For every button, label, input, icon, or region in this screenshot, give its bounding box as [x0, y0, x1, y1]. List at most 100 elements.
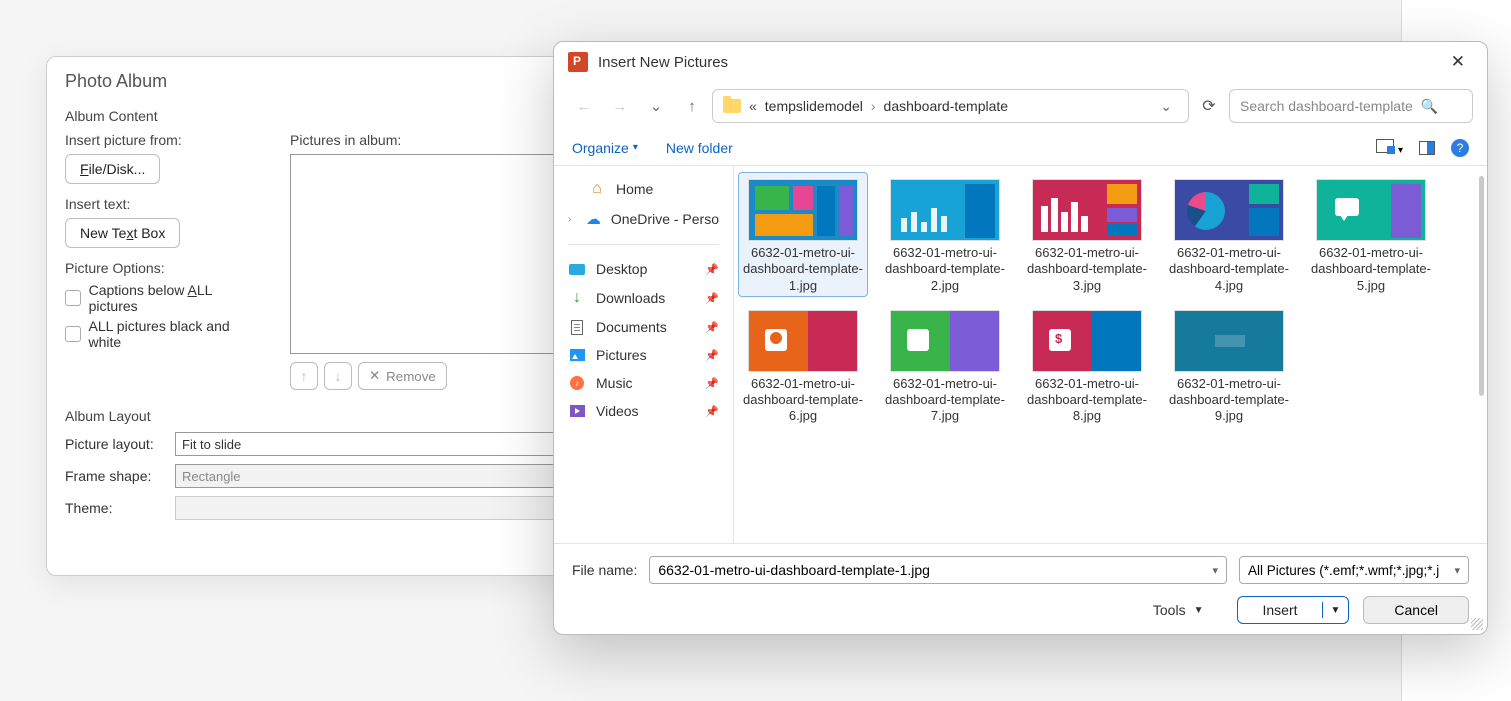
sidebar: ⌂Home ›☁OneDrive - Perso Desktop📌 ↓Downl…	[554, 166, 734, 543]
folder-icon	[723, 99, 741, 113]
arrow-left-icon: ←	[577, 98, 592, 115]
pin-icon[interactable]: 📌	[705, 405, 719, 418]
insert-text-label: Insert text:	[65, 196, 260, 212]
thumbnail	[1316, 179, 1426, 241]
organize-menu[interactable]: Organize▾	[572, 140, 638, 156]
desktop-icon	[569, 264, 585, 275]
insert-picture-from-label: Insert picture from:	[65, 132, 260, 148]
powerpoint-icon	[568, 52, 588, 72]
insert-button[interactable]: Insert▼	[1237, 596, 1349, 624]
nav-up-button[interactable]: ↑	[676, 90, 708, 122]
move-up-button[interactable]: ↑	[290, 362, 318, 390]
picture-layout-label: Picture layout:	[65, 436, 165, 452]
music-icon: ♪	[570, 376, 584, 390]
breadcrumb-item[interactable]: dashboard-template	[884, 98, 1009, 114]
thumbnail	[1174, 179, 1284, 241]
close-button[interactable]: ✕	[1443, 48, 1473, 76]
file-item[interactable]: 6632-01-metro-ui-dashboard-template-9.jp…	[1164, 303, 1294, 428]
frame-shape-label: Frame shape:	[65, 468, 165, 484]
file-item[interactable]: 6632-01-metro-ui-dashboard-template-1.jp…	[738, 172, 868, 297]
file-name: 6632-01-metro-ui-dashboard-template-6.jp…	[741, 376, 865, 425]
dialog-title: Insert New Pictures	[598, 54, 1433, 71]
arrow-up-icon: ↑	[688, 98, 696, 115]
pictures-icon	[570, 349, 585, 361]
divider	[568, 244, 719, 245]
pin-icon[interactable]: 📌	[705, 349, 719, 362]
thumbnail	[748, 179, 858, 241]
insert-pictures-dialog: Insert New Pictures ✕ ← → ⌄ ↑ « tempslid…	[553, 41, 1488, 635]
cancel-button[interactable]: Cancel	[1363, 596, 1469, 624]
new-folder-button[interactable]: New folder	[666, 140, 733, 156]
file-item[interactable]: 6632-01-metro-ui-dashboard-template-8.jp…	[1022, 303, 1152, 428]
file-name: 6632-01-metro-ui-dashboard-template-9.jp…	[1167, 376, 1291, 425]
tools-menu[interactable]: Tools▼	[1153, 602, 1204, 618]
nav-recent-button[interactable]: ⌄	[640, 90, 672, 122]
chevron-down-icon: ▾	[1454, 564, 1460, 577]
pin-icon[interactable]: 📌	[705, 377, 719, 390]
file-name-input[interactable]: 6632-01-metro-ui-dashboard-template-1.jp…	[649, 556, 1227, 584]
help-button[interactable]: ?	[1451, 139, 1469, 157]
file-item[interactable]: 6632-01-metro-ui-dashboard-template-6.jp…	[738, 303, 868, 428]
file-name: 6632-01-metro-ui-dashboard-template-2.jp…	[883, 245, 1007, 294]
view-mode-button[interactable]: ▾	[1376, 139, 1403, 156]
breadcrumb-item[interactable]: tempslidemodel	[765, 98, 863, 114]
preview-pane-button[interactable]	[1419, 141, 1435, 155]
nav-forward-button[interactable]: →	[604, 90, 636, 122]
sidebar-item-music[interactable]: ♪Music📌	[554, 369, 733, 397]
pin-icon[interactable]: 📌	[705, 263, 719, 276]
sidebar-item-desktop[interactable]: Desktop📌	[554, 255, 733, 283]
file-name: 6632-01-metro-ui-dashboard-template-8.jp…	[1025, 376, 1149, 425]
captions-checkbox[interactable]	[65, 290, 81, 306]
video-icon	[570, 405, 585, 417]
new-text-box-button[interactable]: New Text Box	[65, 218, 180, 248]
sidebar-item-onedrive[interactable]: ›☁OneDrive - Perso	[554, 204, 733, 234]
chevron-down-icon: ▾	[633, 142, 638, 153]
search-input[interactable]: Search dashboard-template 🔍	[1229, 89, 1473, 123]
sidebar-item-documents[interactable]: Documents📌	[554, 313, 733, 341]
thumbnail	[890, 310, 1000, 372]
chevron-down-icon: ⌄	[650, 97, 663, 115]
arrow-right-icon: →	[613, 98, 628, 115]
pin-icon[interactable]: 📌	[705, 292, 719, 305]
picture-options-label: Picture Options:	[65, 260, 260, 276]
file-name-label: File name:	[572, 562, 637, 578]
sidebar-item-videos[interactable]: Videos📌	[554, 397, 733, 425]
chevron-down-icon[interactable]: ⌄	[1154, 98, 1178, 115]
thumbnail	[1032, 310, 1142, 372]
file-name: 6632-01-metro-ui-dashboard-template-4.jp…	[1167, 245, 1291, 294]
file-name: 6632-01-metro-ui-dashboard-template-3.jp…	[1025, 245, 1149, 294]
thumbnail	[748, 310, 858, 372]
nav-back-button[interactable]: ←	[568, 90, 600, 122]
chevron-down-icon[interactable]: ▾	[1212, 564, 1218, 577]
chevron-down-icon: ▼	[1194, 605, 1204, 616]
breadcrumb[interactable]: « tempslidemodel › dashboard-template ⌄	[712, 89, 1189, 123]
black-white-checkbox[interactable]	[65, 326, 81, 342]
pin-icon[interactable]: 📌	[705, 321, 719, 334]
file-disk-button[interactable]: File/Disk...	[65, 154, 160, 184]
thumbnail	[1174, 310, 1284, 372]
file-item[interactable]: 6632-01-metro-ui-dashboard-template-7.jp…	[880, 303, 1010, 428]
insert-split-button[interactable]: ▼	[1322, 602, 1349, 618]
file-item[interactable]: 6632-01-metro-ui-dashboard-template-4.jp…	[1164, 172, 1294, 297]
download-icon: ↓	[568, 289, 586, 307]
refresh-button[interactable]: ⟳	[1193, 90, 1225, 122]
file-list[interactable]: 6632-01-metro-ui-dashboard-template-1.jp…	[734, 166, 1487, 543]
theme-label: Theme:	[65, 500, 165, 516]
remove-button[interactable]: ✕Remove	[358, 362, 447, 390]
chevron-right-icon[interactable]: ›	[568, 214, 576, 225]
sidebar-item-home[interactable]: ⌂Home	[554, 174, 733, 204]
file-item[interactable]: 6632-01-metro-ui-dashboard-template-2.jp…	[880, 172, 1010, 297]
file-item[interactable]: 6632-01-metro-ui-dashboard-template-5.jp…	[1306, 172, 1436, 297]
refresh-icon: ⟳	[1202, 96, 1215, 116]
search-icon: 🔍	[1421, 98, 1438, 115]
resize-grip[interactable]	[1471, 618, 1483, 630]
file-type-filter[interactable]: All Pictures (*.emf;*.wmf;*.jpg;*.j▾	[1239, 556, 1469, 584]
view-icon	[1376, 139, 1394, 153]
file-item[interactable]: 6632-01-metro-ui-dashboard-template-3.jp…	[1022, 172, 1152, 297]
chevron-down-icon: ▾	[1398, 145, 1403, 156]
search-placeholder: Search dashboard-template	[1240, 98, 1413, 114]
move-down-button[interactable]: ↓	[324, 362, 352, 390]
sidebar-item-pictures[interactable]: Pictures📌	[554, 341, 733, 369]
file-name: 6632-01-metro-ui-dashboard-template-1.jp…	[741, 245, 865, 294]
sidebar-item-downloads[interactable]: ↓Downloads📌	[554, 283, 733, 313]
